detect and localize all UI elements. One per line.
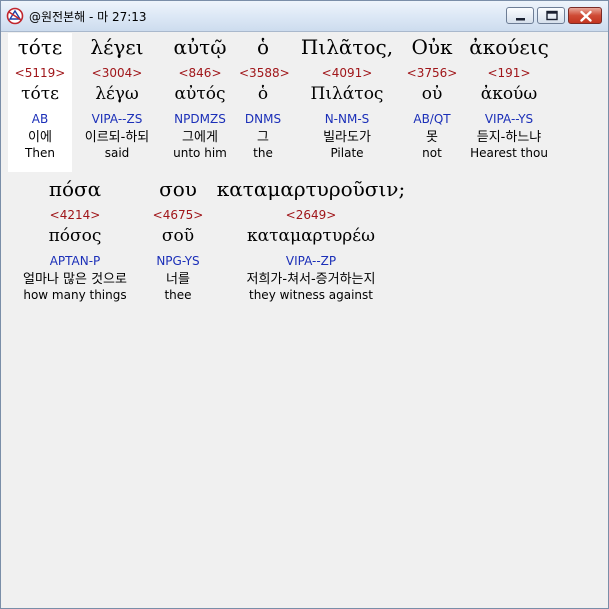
parsing-code: VIPA--ZP [285,254,337,268]
minimize-button[interactable] [506,7,534,24]
parsing-code: NPDMZS [174,112,226,126]
korean-gloss: 듣지-하느냐 [476,130,542,145]
english-gloss: not [422,146,442,160]
greek-word: λέγει [90,35,144,59]
english-gloss: said [104,146,130,160]
greek-lemma: σοῦ [161,226,195,246]
strong-number: <5119> [14,66,66,80]
parsing-code: AB [31,112,49,126]
app-window: @원전본해 - 마 27:13 τότε <5119> τότε AB 이에 T… [0,0,609,609]
word-2[interactable]: λέγει <3004> λέγω VIPA--ZS 이르되-하되 said [75,32,159,160]
strong-number: <846> [178,66,222,80]
greek-lemma: ἀκούω [480,84,538,104]
korean-gloss: 못 [426,130,438,145]
word-8[interactable]: πόσα <4214> πόσος APTAN-P 얼마나 많은 것으로 how… [5,174,145,302]
interlinear-view: τότε <5119> τότε AB 이에 Then λέγει <3004>… [1,32,608,608]
strong-number: <4214> [49,208,101,222]
title-bar[interactable]: @원전본해 - 마 27:13 [1,1,608,32]
maximize-icon [546,10,558,21]
greek-word: ὁ [256,35,270,59]
close-button[interactable] [568,7,602,24]
strong-number: <3588> [239,66,290,80]
english-gloss: how many things [23,288,127,302]
parsing-code: N-NM-S [324,112,370,126]
korean-gloss: 이에 [28,130,52,145]
bible-app-icon [6,7,24,25]
greek-lemma: τότε [21,84,59,104]
strong-number: <4091> [321,66,373,80]
greek-word: καταμαρτυροῦσιν; [216,177,406,201]
strong-number: <3004> [91,66,143,80]
korean-gloss: 얼마나 많은 것으로 [23,272,127,287]
english-gloss: they witness against [249,288,373,302]
greek-word: Πιλᾶτος, [300,35,394,59]
korean-gloss: 이르되-하되 [84,130,150,145]
english-gloss: Hearest thou [470,146,548,160]
minimize-icon [516,18,525,21]
word-5[interactable]: Πιλᾶτος, <4091> Πιλάτος N-NM-S 빌라도가 Pila… [292,32,402,160]
parsing-code: DNMS [244,112,282,126]
greek-word: τότε [17,35,63,59]
korean-gloss: 그 [257,130,269,145]
word-1[interactable]: τότε <5119> τότε AB 이에 Then [8,32,72,160]
parsing-code: NPG-YS [156,254,200,268]
greek-word: σου [159,177,197,201]
greek-lemma: οὐ [421,84,443,104]
word-4[interactable]: ὁ <3588> ὁ DNMS 그 the [239,32,290,160]
maximize-button[interactable] [537,7,565,24]
greek-word: αὐτῷ [173,35,227,59]
word-10[interactable]: καταμαρτυροῦσιν; <2649> καταμαρτυρέω VIP… [215,174,407,302]
strong-number: <4675> [152,208,204,222]
korean-gloss: 빌라도가 [323,130,371,145]
strong-number: <2649> [285,208,337,222]
korean-gloss: 그에게 [182,130,218,145]
word-7[interactable]: ἀκούεις <191> ἀκούω VIPA--YS 듣지-하느냐 Hear… [463,32,555,160]
word-3[interactable]: αὐτῷ <846> αὐτός NPDMZS 그에게 unto him [165,32,235,160]
parsing-code: VIPA--ZS [91,112,143,126]
greek-lemma: πόσος [48,226,102,246]
greek-word: πόσα [48,177,102,201]
greek-lemma: αὐτός [174,84,226,104]
greek-word: Οὐκ [411,35,453,59]
greek-lemma: καταμαρτυρέω [247,226,375,246]
korean-gloss: 저희가-쳐서-증거하는지 [246,272,376,287]
strong-number: <3756> [406,66,458,80]
greek-lemma: Πιλάτος [310,84,384,104]
parsing-code: APTAN-P [49,254,101,268]
window-title: @원전본해 - 마 27:13 [29,10,147,24]
english-gloss: Then [25,146,55,160]
greek-lemma: ὁ [257,84,269,104]
english-gloss: unto him [173,146,227,160]
english-gloss: the [253,146,273,160]
word-6[interactable]: Οὐκ <3756> οὐ AB/QT 못 not [404,32,460,160]
greek-word: ἀκούεις [469,35,549,59]
english-gloss: Pilate [330,146,364,160]
korean-gloss: 너를 [166,272,190,287]
parsing-code: VIPA--YS [484,112,534,126]
english-gloss: thee [164,288,192,302]
greek-lemma: λέγω [95,84,139,104]
close-icon [580,10,592,22]
word-9[interactable]: σου <4675> σοῦ NPG-YS 너를 thee [147,174,209,302]
strong-number: <191> [487,66,531,80]
parsing-code: AB/QT [413,112,451,126]
